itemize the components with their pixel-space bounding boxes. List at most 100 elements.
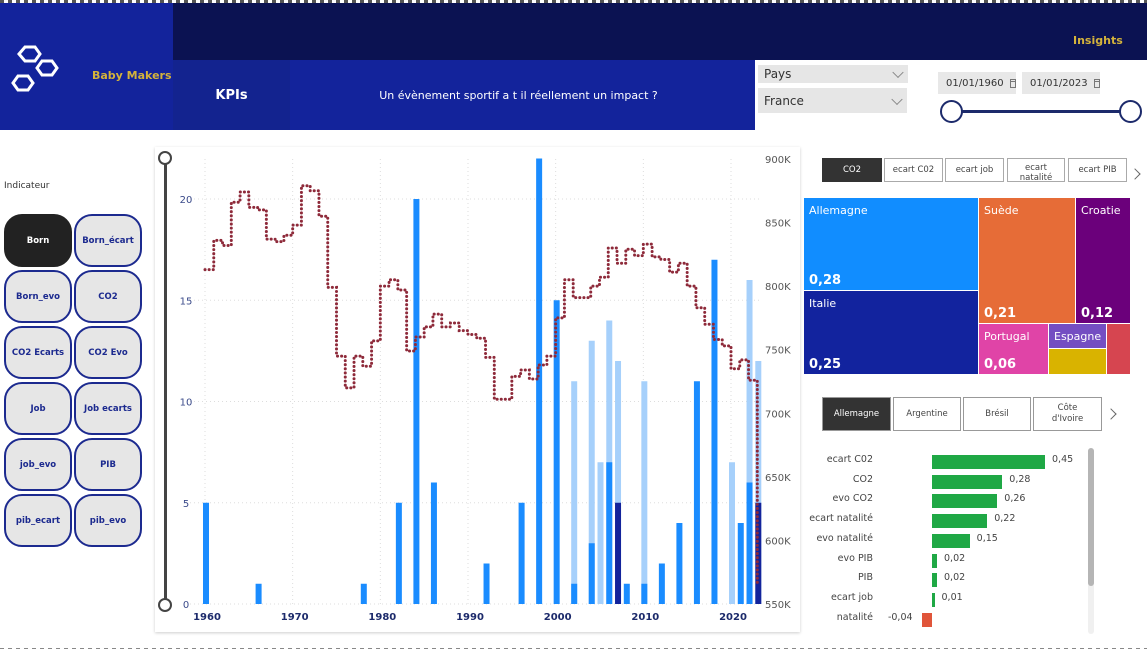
tab-ecart-pib[interactable]: ecart PIB [1068, 158, 1127, 182]
bar-mid [518, 502, 525, 604]
y-left-tick-label: 5 [183, 499, 189, 510]
tab-ecart-natalite[interactable]: ecart natalité [1007, 158, 1065, 182]
bar-mid [483, 563, 490, 604]
y-range-slider-top-handle[interactable] [158, 151, 172, 165]
treemap-tile-label: Suède [984, 204, 1019, 217]
bar[interactable] [932, 514, 988, 529]
treemap-tile-label: Allemagne [809, 204, 868, 217]
bar-category-label: evo PIB [837, 552, 873, 564]
bar-light [729, 462, 735, 604]
bar-mid [746, 482, 753, 604]
treemap-tile[interactable]: Allemagne 0,28 [804, 198, 978, 290]
bar[interactable] [932, 474, 1003, 489]
treemap-tile-value: 0,12 [1081, 306, 1114, 321]
bar-mid [430, 482, 437, 604]
x-tick-label: 1970 [281, 612, 309, 623]
bar-mid [606, 462, 613, 604]
treemap-tile-value: 0,06 [984, 357, 1017, 372]
bar-value-label: 0,02 [944, 572, 966, 584]
y-left-tick-label: 15 [180, 296, 193, 307]
bar[interactable] [932, 592, 935, 607]
bar-category-label: PIB [857, 572, 873, 584]
bar-mid [623, 583, 630, 604]
bar-value-label: 0,01 [941, 591, 963, 603]
bar-category-label: evo CO2 [832, 493, 873, 505]
y-left-tick-label: 0 [183, 600, 189, 611]
bar-mid [413, 199, 420, 604]
treemap-tile[interactable]: Suède 0,21 [979, 198, 1075, 323]
bar-category-label: evo natalité [816, 532, 873, 544]
bar-light [597, 462, 604, 604]
bar-mid [203, 502, 209, 604]
y-left-tick-label: 20 [180, 195, 193, 206]
y-right-tick-label: 750K [765, 346, 791, 357]
treemap-tile[interactable]: Espagne [1049, 324, 1106, 348]
country-tab-bresil[interactable]: Brésil [963, 397, 1031, 431]
x-tick-label: 1960 [193, 612, 221, 623]
bar-dark [615, 502, 622, 604]
bar-mid [536, 158, 543, 604]
bar-light [571, 381, 578, 604]
x-tick-label: 1980 [368, 612, 396, 623]
bar-mid [737, 523, 744, 604]
bar[interactable] [932, 455, 1045, 469]
bar-mid [693, 381, 700, 604]
treemap-tile-label: Portugal [984, 330, 1030, 343]
bar[interactable] [932, 533, 970, 548]
treemap-tile[interactable] [1049, 349, 1106, 374]
bar-mid [553, 300, 560, 604]
y-right-tick-label: 800K [765, 282, 791, 293]
bar-value-label: 0,28 [1009, 473, 1031, 485]
bar-mid [641, 583, 648, 604]
bar-mid [588, 543, 595, 604]
bottom-border [0, 648, 1147, 649]
bar-mid [658, 563, 665, 604]
bar-category-label: ecart natalité [809, 513, 873, 525]
treemap-tile[interactable]: Croatie 0,12 [1076, 198, 1130, 323]
bar-mid [711, 259, 718, 604]
x-tick-label: 2010 [631, 612, 659, 623]
treemap-tile-label: Croatie [1081, 204, 1121, 217]
bar[interactable] [932, 494, 998, 509]
tab-ecart-co2[interactable]: ecart C02 [884, 158, 943, 182]
y-right-tick-label: 850K [765, 219, 791, 230]
treemap-tile[interactable]: Italie 0,25 [804, 291, 978, 374]
bar-value-label: 0,02 [944, 552, 966, 564]
bar-value-label: 0,15 [976, 532, 998, 544]
bar-chart-scrollbar-thumb[interactable] [1088, 448, 1094, 586]
tab-ecart-job[interactable]: ecart job [945, 158, 1004, 182]
treemap-tile[interactable] [1107, 324, 1130, 374]
bar[interactable] [932, 553, 938, 568]
bar-mid [395, 502, 402, 604]
bar-value-label: 0,22 [994, 513, 1016, 525]
country-tab-argentine[interactable]: Argentine [893, 397, 961, 431]
country-tab-allemagne[interactable]: Allemagne [822, 397, 891, 431]
bar[interactable] [921, 612, 932, 627]
bar-value-label: -0,04 [887, 611, 913, 623]
treemap-tile-value: 0,25 [809, 357, 842, 372]
x-tick-label: 2020 [719, 612, 747, 623]
treemap-tile-value: 0,28 [809, 273, 842, 288]
y-right-tick-label: 900K [765, 155, 791, 166]
bar-value-label: 0,26 [1004, 493, 1026, 505]
bar-category-label: ecart C02 [826, 454, 873, 465]
treemap-tile-value: 0,21 [984, 306, 1017, 321]
bar-category-label: ecart job [830, 591, 873, 603]
treemap-tile-label: Italie [809, 297, 837, 310]
x-tick-label: 2000 [544, 612, 572, 623]
bar-mid [676, 523, 683, 604]
bar-category-label: CO2 [852, 473, 873, 485]
tab-co2[interactable]: CO2 [822, 158, 882, 182]
treemap-tile-label: Espagne [1054, 330, 1102, 343]
bar-value-label: 0,45 [1052, 454, 1074, 465]
bar[interactable] [932, 573, 938, 588]
country-tab-cote-divoire[interactable]: Côte d'Ivoire [1033, 397, 1102, 431]
y-right-tick-label: 700K [765, 409, 791, 420]
y-range-slider-track [164, 158, 167, 605]
bar-mid [571, 583, 578, 604]
y-left-tick-label: 10 [180, 398, 193, 409]
bar-mid [255, 583, 262, 604]
bar-category-label: natalité [836, 611, 873, 623]
y-range-slider-bottom-handle[interactable] [158, 598, 172, 612]
treemap-tile[interactable]: Portugal 0,06 [979, 324, 1048, 374]
